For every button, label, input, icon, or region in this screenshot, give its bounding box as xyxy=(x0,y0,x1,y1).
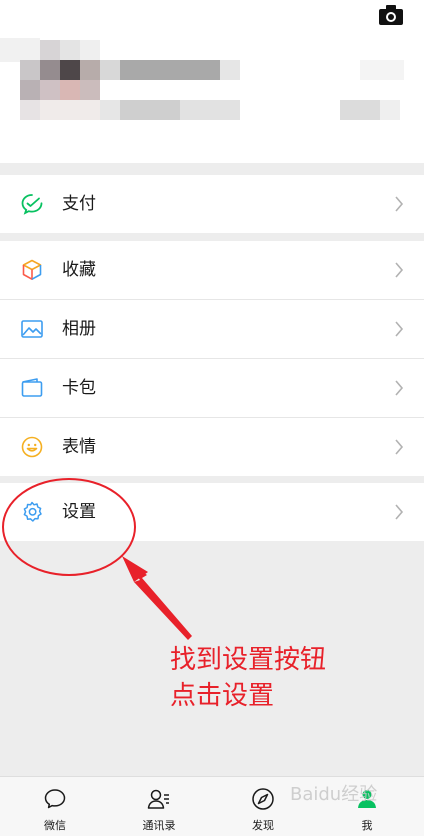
compass-icon xyxy=(252,788,274,810)
chevron-right-icon xyxy=(395,504,404,520)
menu-item-favorites[interactable]: 收藏 xyxy=(0,241,424,300)
camera-icon[interactable] xyxy=(378,4,404,26)
pay-group: 支付 xyxy=(0,175,424,233)
tab-label: 通讯录 xyxy=(142,819,176,832)
chevron-right-icon xyxy=(395,321,404,337)
menu-item-label: 收藏 xyxy=(62,260,96,280)
smiley-icon xyxy=(21,436,43,458)
menu-item-label: 卡包 xyxy=(62,378,96,398)
chevron-right-icon xyxy=(395,439,404,455)
annotation-arrow xyxy=(122,556,192,640)
tab-label: 我 xyxy=(361,819,373,832)
menu-item-stickers[interactable]: 表情 xyxy=(0,418,424,476)
tab-chats[interactable]: 微信 xyxy=(15,777,95,836)
features-group: 收藏 相册 卡包 表情 xyxy=(0,241,424,476)
annotation-text-line1: 找到设置按钮 xyxy=(170,645,327,675)
profile-header[interactable] xyxy=(0,0,424,163)
tab-label: 发现 xyxy=(252,819,274,832)
card-wallet-icon xyxy=(21,378,43,397)
menu-item-pay[interactable]: 支付 xyxy=(0,175,424,233)
tab-contacts[interactable]: 通讯录 xyxy=(119,777,199,836)
annotation-text-line2: 点击设置 xyxy=(170,681,275,711)
tab-label: 微信 xyxy=(44,819,66,832)
contacts-icon xyxy=(147,789,169,809)
favorites-cube-icon xyxy=(22,259,42,280)
watermark: Baidu经验 xyxy=(290,784,378,805)
chevron-right-icon xyxy=(395,380,404,396)
menu-item-album[interactable]: 相册 xyxy=(0,300,424,359)
chevron-right-icon xyxy=(395,262,404,278)
pay-icon xyxy=(21,194,43,215)
album-icon xyxy=(21,320,43,338)
chevron-right-icon xyxy=(395,196,404,212)
menu-item-cards[interactable]: 卡包 xyxy=(0,359,424,418)
menu-item-label: 支付 xyxy=(62,194,96,214)
menu-item-label: 表情 xyxy=(62,437,96,457)
menu-item-label: 相册 xyxy=(62,319,96,339)
chat-bubble-icon xyxy=(44,789,66,809)
